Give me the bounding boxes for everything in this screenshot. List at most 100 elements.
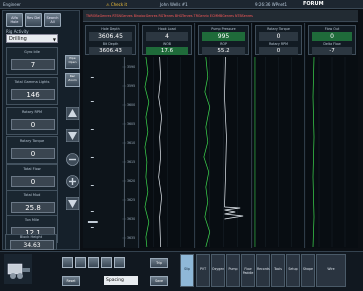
track-value: 0 bbox=[259, 32, 298, 41]
depth-tick-label: 3625 bbox=[127, 198, 136, 202]
triangle-down-icon[interactable] bbox=[66, 129, 79, 142]
track-label: ROP bbox=[220, 42, 227, 46]
track-value: 4 bbox=[146, 32, 188, 41]
metric-label: Block Height bbox=[19, 235, 43, 239]
metric-rotary-torque: Rotary Torque 0 bbox=[6, 136, 58, 164]
pipe-open-button[interactable]: Pipe Open bbox=[65, 55, 80, 69]
depth-tick-label: 3630 bbox=[127, 217, 136, 221]
track-label: Flow Out bbox=[324, 27, 340, 31]
save-button[interactable]: Save bbox=[150, 276, 168, 286]
track-label: Rotary RPM bbox=[269, 42, 288, 46]
depth-tick-label: 3615 bbox=[127, 160, 136, 164]
triangle-up-icon[interactable] bbox=[66, 107, 79, 120]
track-header: Flow Out 0 Delta Flow -7 bbox=[308, 25, 356, 55]
chevron-down-icon: ▼ bbox=[52, 37, 56, 42]
pump-pressure-curve[interactable] bbox=[196, 57, 251, 247]
metric-value[interactable]: 7 bbox=[11, 59, 55, 70]
metric-value[interactable]: 34.63 bbox=[10, 240, 54, 250]
track-value: 3606.45 bbox=[89, 32, 132, 41]
metric-value[interactable]: 146 bbox=[11, 89, 55, 100]
funnel-down-icon[interactable] bbox=[66, 197, 79, 210]
torque-curve[interactable] bbox=[253, 57, 304, 247]
metric-value[interactable]: 0 bbox=[11, 119, 55, 130]
tab-tools[interactable]: Tools bbox=[271, 254, 285, 287]
track-label: Delta Flow bbox=[323, 42, 341, 46]
metric-value[interactable]: 0 bbox=[11, 176, 55, 187]
metric-total-gamma: Total Gamma Lights 146 bbox=[6, 77, 58, 105]
alfa-hole-button[interactable]: Alfa Hole bbox=[6, 13, 23, 27]
track-flowout: Flow Out 0 Delta Flow -7 bbox=[306, 23, 358, 248]
prev-page-icon[interactable] bbox=[75, 257, 86, 268]
depth-tick-label: 3610 bbox=[127, 141, 136, 145]
metric-label: Total Gamma Lights bbox=[14, 80, 50, 84]
minus-circle-icon[interactable] bbox=[66, 153, 79, 166]
rev-del-button[interactable]: Rev Del bbox=[25, 13, 42, 27]
track-depth: Hole Depth 3606.45 Bit Depth 3606.43 359… bbox=[83, 23, 139, 248]
tab-setup[interactable]: Setup bbox=[286, 254, 300, 287]
track-value: 55.2 bbox=[202, 47, 245, 55]
app-name: Engineer bbox=[3, 2, 21, 7]
track-value: 3606.43 bbox=[89, 47, 132, 55]
metric-label: Total Flow bbox=[23, 167, 41, 171]
trip-button[interactable]: Trip bbox=[150, 258, 168, 268]
track-pumppressure: Pump Pressure 995 ROP 55.2 bbox=[196, 23, 252, 248]
time-stamp: 9:26:36 WPnet1 bbox=[255, 2, 288, 7]
depth-tick-label: 3635 bbox=[127, 236, 136, 240]
tab-wire[interactable]: Wire bbox=[316, 254, 346, 287]
metric-total-mud: Total Mud 25.8 bbox=[6, 190, 58, 218]
rig-activity-select[interactable]: Drilling ▼ bbox=[6, 34, 58, 43]
track-label: Bit Depth bbox=[102, 42, 119, 46]
metric-gyro-idle: Gyro Idle 7 bbox=[6, 47, 58, 75]
spacing-select[interactable]: Spacing bbox=[104, 276, 138, 285]
tab-pvt[interactable]: PVT bbox=[196, 254, 210, 287]
log-tracks: TNROBxGenres RTSNGenres BinaiocGenres RG… bbox=[83, 10, 358, 248]
metric-total-flow: Total Flow 0 bbox=[6, 164, 58, 192]
track-header: Pump Pressure 995 ROP 55.2 bbox=[198, 25, 249, 55]
track-value: 17.6 bbox=[146, 47, 188, 55]
left-panel: Alfa Hole Rev Del Search All Rig Activit… bbox=[2, 10, 80, 250]
depth-tick-label: 3600 bbox=[127, 103, 136, 107]
metric-block-height: Block Height 34.63 bbox=[5, 234, 57, 250]
tab-oxygen[interactable]: Oxygen bbox=[211, 254, 225, 287]
tab-shape[interactable]: Shape bbox=[301, 254, 315, 287]
metric-label: Ton Mile bbox=[24, 218, 40, 222]
search-all-button[interactable]: Search All bbox=[44, 13, 61, 27]
metric-value[interactable]: 25.8 bbox=[11, 202, 55, 213]
rec-zoom-button[interactable]: Rec Zoom bbox=[65, 73, 80, 87]
tab-slip[interactable]: Slip bbox=[180, 254, 194, 287]
track-torque: Rotary Torque 0 Rotary RPM 0 bbox=[253, 23, 305, 248]
title-bar: Engineer ⚠ Check it John Wells #1 9:26:3… bbox=[0, 0, 363, 9]
track-label: Hole Depth bbox=[101, 27, 120, 31]
curve-tabs[interactable]: TNROBxGenres RTSNGenres BinaiocGenres RG… bbox=[83, 10, 358, 22]
tab-pump[interactable]: Pump bbox=[226, 254, 240, 287]
play-icon[interactable] bbox=[88, 257, 99, 268]
track-label: Rotary Torque bbox=[267, 27, 290, 31]
first-page-icon[interactable] bbox=[62, 257, 73, 268]
track-value: 995 bbox=[202, 32, 245, 41]
curve-tab-list[interactable]: TNROBxGenres RTSNGenres BinaiocGenres RG… bbox=[86, 14, 253, 18]
well-name: John Wells #1 bbox=[160, 2, 188, 7]
track-header: Hook Load 4 WOB 17.6 bbox=[142, 25, 192, 55]
flow-out-curve[interactable] bbox=[306, 57, 358, 247]
last-page-icon[interactable] bbox=[114, 257, 125, 268]
tab-flow-paddle[interactable]: Flow Paddle bbox=[241, 254, 255, 287]
track-value: 0 bbox=[312, 32, 352, 41]
metric-rotary-rpm: Rotary RPM 0 bbox=[6, 107, 58, 135]
rig-activity-value: Drilling bbox=[9, 36, 27, 42]
tab-records[interactable]: Records bbox=[256, 254, 270, 287]
plus-circle-icon[interactable] bbox=[66, 175, 79, 188]
reset-button[interactable]: Reset bbox=[62, 276, 80, 286]
hookload-curve[interactable] bbox=[140, 57, 194, 247]
rig-diagram-icon[interactable] bbox=[4, 254, 32, 284]
track-header: Hole Depth 3606.45 Bit Depth 3606.43 bbox=[85, 25, 136, 55]
warning-indicator[interactable]: ⚠ Check it bbox=[106, 0, 127, 9]
track-label: Hook Load bbox=[158, 27, 176, 31]
track-value: 0 bbox=[259, 47, 298, 55]
next-page-icon[interactable] bbox=[101, 257, 112, 268]
metric-value[interactable]: 0 bbox=[11, 148, 55, 159]
metric-label: Rotary RPM bbox=[21, 110, 43, 114]
depth-tick-label: 3605 bbox=[127, 122, 136, 126]
depth-tick-label: 3620 bbox=[127, 179, 136, 183]
brand-logo: FORUM bbox=[303, 1, 324, 7]
track-label: Pump Pressure bbox=[211, 27, 236, 31]
